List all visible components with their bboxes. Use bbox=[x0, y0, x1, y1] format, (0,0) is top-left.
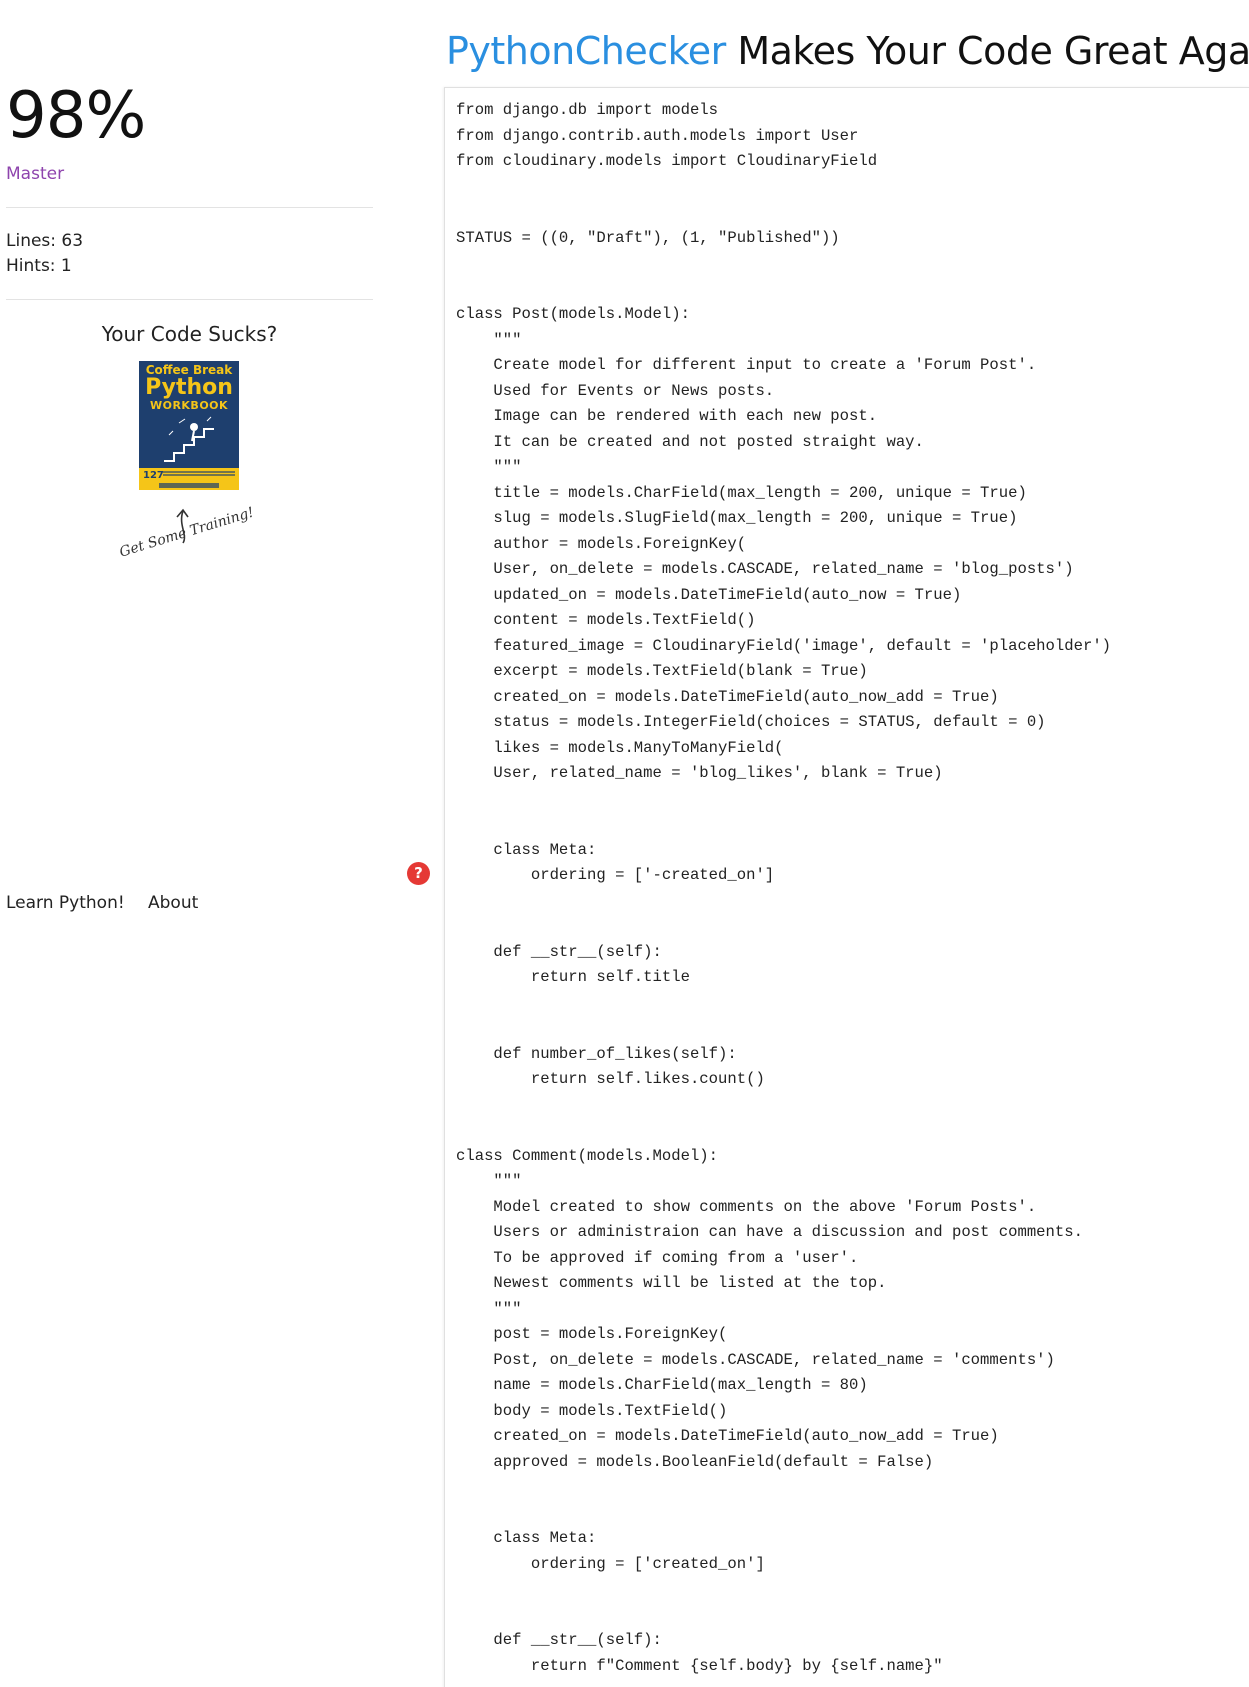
code-line: likes = models.ManyToManyField( bbox=[456, 738, 784, 757]
code-line: """ bbox=[456, 1172, 522, 1190]
code-line: User, on_delete = models.CASCADE, relate… bbox=[456, 560, 1074, 578]
staircase-icon bbox=[164, 416, 214, 462]
code-line: return self.title bbox=[456, 968, 690, 986]
divider bbox=[6, 299, 373, 300]
brand-name[interactable]: PythonChecker bbox=[446, 29, 726, 73]
code-line: Image can be rendered with each new post… bbox=[456, 407, 878, 425]
code-line: from django.contrib.auth.models import U… bbox=[456, 126, 859, 145]
code-editor[interactable]: from django.db import models from django.… bbox=[444, 87, 1249, 1687]
score-percentage: 98% bbox=[6, 79, 146, 153]
code-line: class Comment(models.Model): bbox=[456, 1146, 719, 1165]
code-line: ordering = ['created_on'] bbox=[456, 1554, 765, 1573]
code-line: created_on = models.DateTimeField(auto_n… bbox=[456, 687, 999, 706]
book-band: 127 bbox=[139, 468, 239, 490]
page-header: PythonChecker Makes Your Code Great Agai… bbox=[446, 28, 1249, 74]
code-line: Newest comments will be listed at the to… bbox=[456, 1274, 887, 1292]
code-line: updated_on = models.DateTimeField(auto_n… bbox=[456, 585, 962, 604]
skill-level: Master bbox=[6, 164, 65, 184]
help-icon[interactable]: ? bbox=[407, 862, 430, 885]
code-line: excerpt = models.TextField(blank = True) bbox=[456, 662, 868, 680]
code-content[interactable]: from django.db import models from django.… bbox=[456, 98, 1111, 1679]
code-line: body = models.TextField() bbox=[456, 1401, 728, 1420]
code-line: def number_of_likes(self): bbox=[456, 1044, 737, 1063]
code-line: class Meta: bbox=[456, 1529, 597, 1547]
code-line: created_on = models.DateTimeField(auto_n… bbox=[456, 1427, 999, 1445]
code-line: Users or administraion can have a discus… bbox=[456, 1223, 1083, 1241]
code-line: return self.likes.count() bbox=[456, 1070, 765, 1088]
book-title-line3: WORKBOOK bbox=[149, 399, 229, 412]
code-line: It can be created and not posted straigh… bbox=[456, 432, 924, 451]
code-line: from django.db import models bbox=[456, 101, 719, 119]
header-tagline: Makes Your Code Great Again bbox=[737, 29, 1249, 73]
code-line: content = models.TextField() bbox=[456, 611, 756, 629]
book-cover-link[interactable]: Coffee Break Python WORKBOOK 127 bbox=[139, 361, 239, 490]
code-line: return f"Comment {self.body} by {self.na… bbox=[456, 1656, 943, 1675]
code-line: Used for Events or News posts. bbox=[456, 381, 775, 400]
panel-gap bbox=[445, 882, 449, 922]
code-line: Create model for different input to crea… bbox=[456, 356, 1037, 374]
code-line: ordering = ['-created_on'] bbox=[456, 866, 775, 884]
divider bbox=[6, 207, 373, 208]
code-line: post = models.ForeignKey( bbox=[456, 1325, 728, 1343]
code-line: featured_image = CloudinaryField('image'… bbox=[456, 636, 1112, 655]
learn-python-link[interactable]: Learn Python! bbox=[6, 893, 125, 913]
about-link[interactable]: About bbox=[148, 893, 198, 913]
code-line: To be approved if coming from a 'user'. bbox=[456, 1248, 859, 1267]
code-line: from cloudinary.models import Cloudinary… bbox=[456, 152, 878, 170]
code-line: class Post(models.Model): bbox=[456, 305, 690, 323]
code-line: def __str__(self): bbox=[456, 1631, 662, 1649]
code-line: """ bbox=[456, 1299, 522, 1318]
code-line: Model created to show comments on the ab… bbox=[456, 1197, 1037, 1216]
code-line: Post, on_delete = models.CASCADE, relate… bbox=[456, 1350, 1055, 1369]
hints-count: Hints: 1 bbox=[6, 256, 72, 276]
code-line: status = models.IntegerField(choices = S… bbox=[456, 713, 1046, 731]
code-line: STATUS = ((0, "Draft"), (1, "Published")… bbox=[456, 228, 840, 247]
code-line: author = models.ForeignKey( bbox=[456, 534, 747, 553]
book-number: 127 bbox=[143, 470, 164, 481]
promo-title: Your Code Sucks? bbox=[101, 322, 278, 346]
code-line: def __str__(self): bbox=[456, 942, 662, 961]
book-subtitle-graphic bbox=[163, 471, 235, 477]
code-line: """ bbox=[456, 458, 522, 476]
code-line: slug = models.SlugField(max_length = 200… bbox=[456, 509, 1018, 527]
code-line: class Meta: bbox=[456, 840, 597, 859]
book-author-graphic bbox=[159, 483, 219, 488]
code-line: """ bbox=[456, 330, 522, 349]
code-line: title = models.CharField(max_length = 20… bbox=[456, 483, 1027, 502]
code-line: approved = models.BooleanField(default =… bbox=[456, 1452, 934, 1471]
page: PythonChecker Makes Your Code Great Agai… bbox=[0, 0, 1249, 1687]
lines-count: Lines: 63 bbox=[6, 231, 84, 251]
code-line: User, related_name = 'blog_likes', blank… bbox=[456, 764, 943, 782]
book-title-line2: Python bbox=[145, 375, 233, 400]
code-line: name = models.CharField(max_length = 80) bbox=[456, 1376, 868, 1394]
